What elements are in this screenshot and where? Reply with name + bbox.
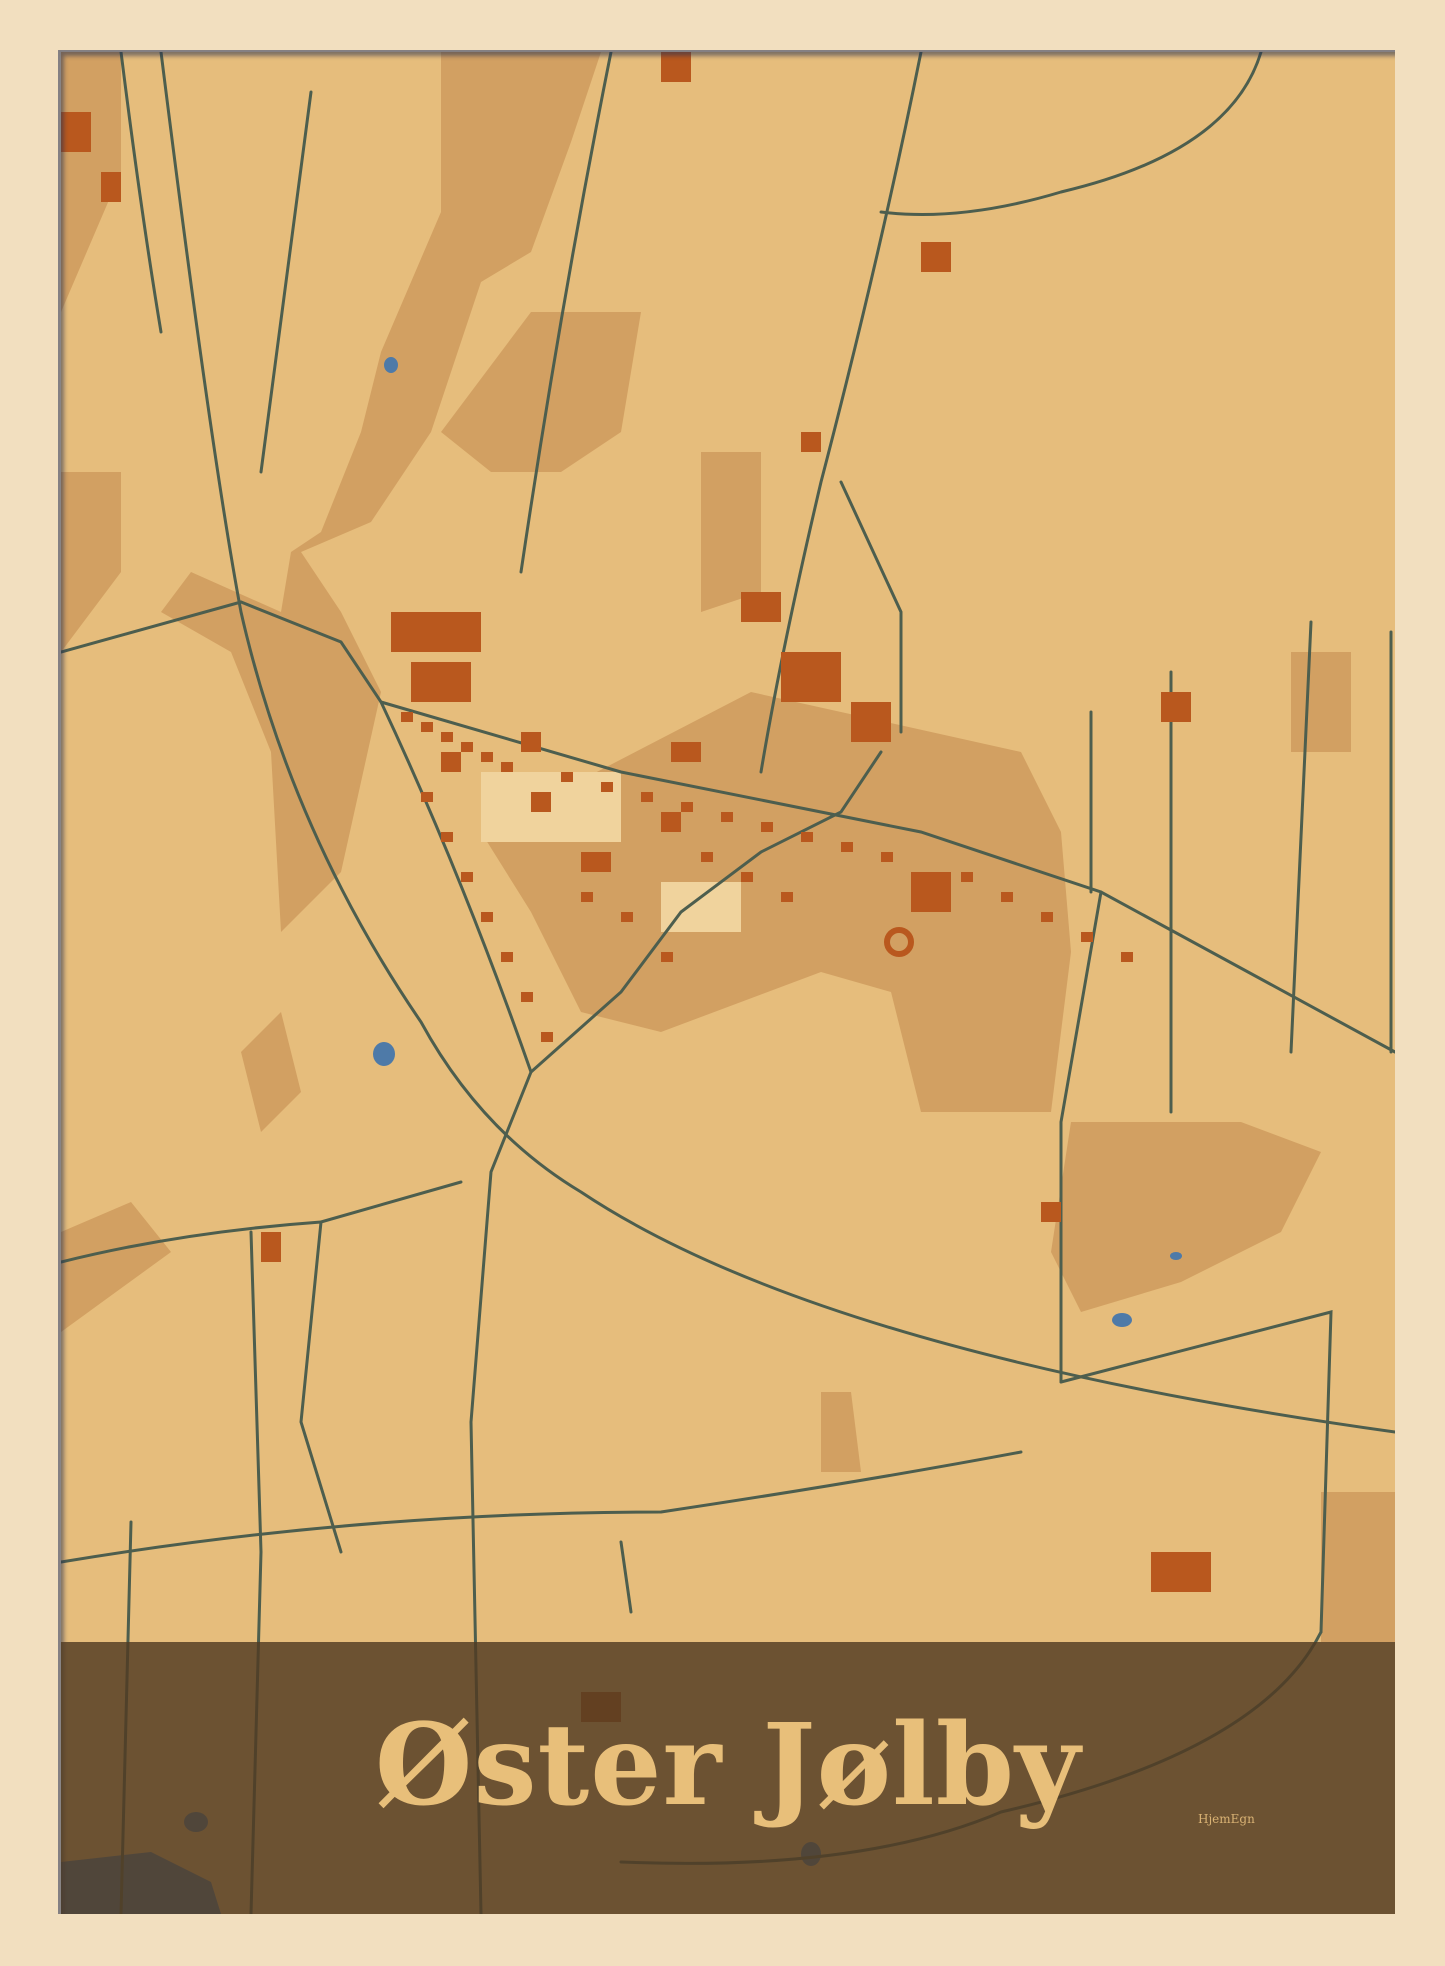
brand-logo-text: HjemEgn (1198, 1812, 1255, 1826)
title-band-container: Øster Jølby HjemEgn (61, 52, 1395, 1914)
poster-title: Øster Jølby (374, 1700, 1082, 1831)
